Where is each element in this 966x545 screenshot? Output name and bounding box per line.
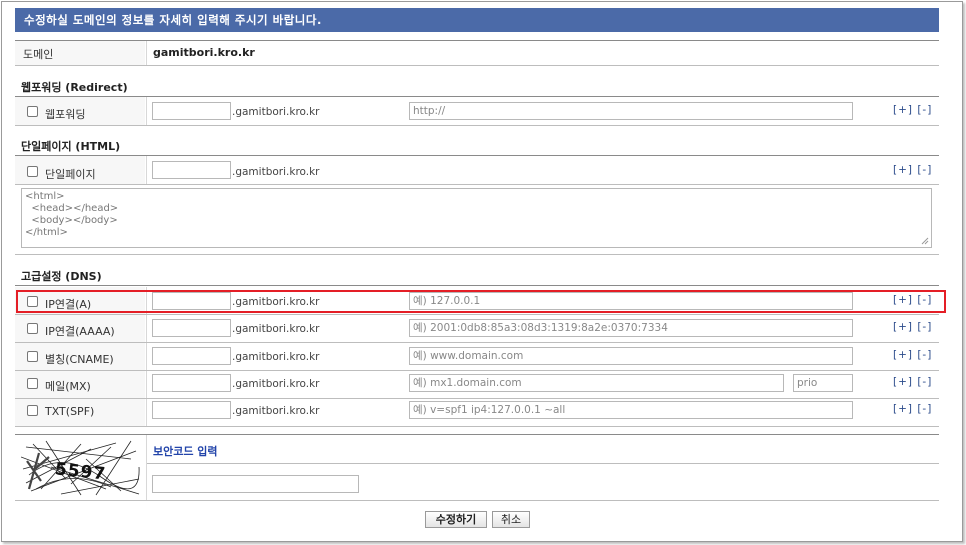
html-section-title: 단일페이지 (HTML) — [21, 140, 121, 153]
domain-suffix: .gamitbori.kro.kr — [232, 166, 320, 178]
add-remove-links[interactable]: [+] [-] — [893, 376, 932, 388]
divider — [15, 426, 939, 427]
divider — [15, 370, 939, 371]
divider — [15, 184, 939, 185]
dns-cname-checkbox[interactable] — [27, 351, 38, 362]
domain-suffix: .gamitbori.kro.kr — [232, 378, 320, 390]
divider — [146, 343, 147, 370]
divider — [147, 463, 939, 464]
add-remove-links[interactable]: [+] [-] — [893, 104, 932, 116]
divider — [146, 435, 147, 500]
html-textarea[interactable]: <html> <head></head> <body></body> </htm… — [21, 188, 932, 248]
divider — [15, 40, 939, 41]
redirect-checkbox[interactable] — [27, 106, 38, 117]
captcha-noise-icon: 5597 — [20, 439, 141, 497]
domain-suffix: .gamitbori.kro.kr — [232, 323, 320, 335]
domain-suffix: .gamitbori.kro.kr — [232, 351, 320, 363]
dns-aaaa-label: IP연결(AAAA) — [45, 325, 115, 338]
divider — [146, 371, 147, 398]
divider — [15, 500, 939, 501]
divider — [146, 315, 147, 342]
divider — [15, 155, 939, 156]
divider — [15, 125, 939, 126]
security-code-title: 보안코드 입력 — [153, 445, 218, 458]
divider — [146, 156, 147, 184]
redirect-section-title: 웹포워딩 (Redirect) — [21, 81, 128, 94]
add-remove-links[interactable]: [+] [-] — [893, 349, 932, 361]
domain-label: 도메인 — [23, 48, 54, 61]
add-remove-links[interactable]: [+] [-] — [893, 403, 932, 415]
dns-txt-subdomain-input[interactable] — [152, 401, 231, 419]
divider — [15, 285, 939, 286]
html-textarea-content: <html> <head></head> <body></body> </htm… — [25, 191, 119, 238]
captcha-image: 5597 — [20, 439, 141, 497]
dns-mx-subdomain-input[interactable] — [152, 374, 231, 392]
divider — [15, 398, 939, 399]
redirect-checkbox-label: 웹포워딩 — [45, 108, 86, 121]
highlight-box — [16, 290, 946, 313]
dns-aaaa-subdomain-input[interactable] — [152, 319, 231, 337]
security-code-input[interactable] — [152, 475, 359, 493]
dns-cname-label: 별칭(CNAME) — [45, 353, 114, 366]
submit-button[interactable]: 수정하기 — [425, 511, 487, 528]
redirect-url-input[interactable]: http:// — [409, 102, 853, 120]
divider — [15, 434, 939, 435]
divider — [15, 96, 939, 97]
dns-cname-value-input[interactable]: 예) www.domain.com — [409, 347, 853, 365]
redirect-subdomain-input[interactable] — [152, 102, 231, 120]
dns-cname-subdomain-input[interactable] — [152, 347, 231, 365]
add-remove-links[interactable]: [+] [-] — [893, 164, 932, 176]
domain-suffix: .gamitbori.kro.kr — [232, 106, 320, 118]
divider — [15, 342, 939, 343]
dns-txt-label: TXT(SPF) — [45, 405, 95, 418]
html-page-checkbox[interactable] — [27, 166, 38, 177]
divider — [146, 41, 147, 65]
dns-mx-label: 메일(MX) — [45, 380, 91, 393]
resize-grip-icon[interactable] — [921, 237, 929, 245]
divider — [146, 97, 147, 125]
add-remove-links[interactable]: [+] [-] — [893, 321, 932, 333]
dns-aaaa-value-input[interactable]: 예) 2001:0db8:85a3:08d3:1319:8a2e:0370:73… — [409, 319, 853, 337]
domain-suffix: .gamitbori.kro.kr — [232, 405, 320, 417]
divider — [146, 399, 147, 426]
page-header: 수정하실 도메인의 정보를 자세히 입력해 주시기 바랍니다. — [15, 8, 939, 32]
dns-txt-checkbox[interactable] — [27, 405, 38, 416]
dns-section-title: 고급설정 (DNS) — [21, 270, 102, 283]
domain-value: gamitbori.kro.kr — [153, 46, 255, 59]
divider — [15, 314, 939, 315]
dns-mx-checkbox[interactable] — [27, 378, 38, 389]
divider — [15, 65, 939, 66]
html-page-checkbox-label: 단일페이지 — [45, 168, 96, 181]
dns-mx-prio-input[interactable]: prio — [793, 374, 853, 392]
divider — [15, 254, 939, 255]
dns-txt-value-input[interactable]: 예) v=spf1 ip4:127.0.0.1 ~all — [409, 401, 853, 419]
cancel-button[interactable]: 취소 — [492, 511, 530, 528]
dns-aaaa-checkbox[interactable] — [27, 323, 38, 334]
html-subdomain-input[interactable] — [152, 161, 231, 179]
dns-mx-value-input[interactable]: 예) mx1.domain.com — [409, 374, 784, 392]
